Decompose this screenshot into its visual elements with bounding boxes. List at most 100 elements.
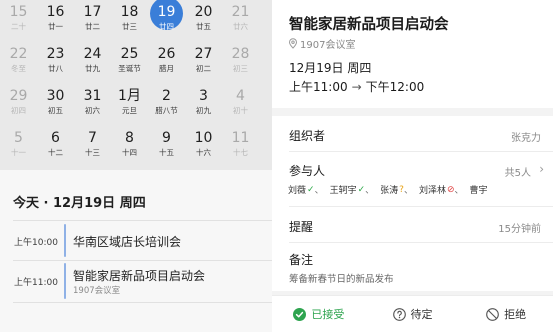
day-number: 15 xyxy=(9,4,28,20)
declined-icon: ⊘ xyxy=(446,184,455,195)
calendar-day[interactable]: 28 初三 xyxy=(222,42,259,84)
lunar-date: 元旦 xyxy=(122,106,137,115)
day-number: 8 xyxy=(125,130,134,146)
lunar-date: 廿八 xyxy=(48,64,63,73)
calendar-day[interactable]: 10 十六 xyxy=(185,126,222,168)
day-number: 1月 xyxy=(118,88,141,104)
calendar-day[interactable]: 18 廿三 xyxy=(111,0,148,42)
lunar-date: 廿二 xyxy=(85,22,100,31)
lunar-date: 廿三 xyxy=(122,22,137,31)
attendees-count: 共5人 xyxy=(504,168,531,179)
decline-button[interactable]: 拒绝 xyxy=(459,296,553,332)
day-number: 5 xyxy=(14,130,23,146)
month-grid: 15 二十 16 廿一 17 廿二 18 廿三 19 廿四 20 廿五 21 廿六 22 冬至 23 廿八 24 廿九… xyxy=(0,0,272,170)
lunar-date: 初五 xyxy=(48,106,63,115)
day-number: 9 xyxy=(162,130,171,146)
calendar-day[interactable]: 20 廿五 xyxy=(185,0,222,42)
calendar-day[interactable]: 25 圣诞节 xyxy=(111,42,148,84)
question-circle-icon xyxy=(392,307,406,321)
calendar-day[interactable]: 3 初九 xyxy=(185,84,222,126)
check-circle-icon xyxy=(293,307,307,321)
calendar-day[interactable]: 16 廿一 xyxy=(37,0,74,42)
calendar-day[interactable]: 8 十四 xyxy=(111,126,148,168)
organizer-label: 组织者 xyxy=(289,129,326,143)
location-text: 1907会议室 xyxy=(300,40,356,51)
lunar-date: 十七 xyxy=(233,148,248,157)
calendar-day[interactable]: 5 十一 xyxy=(0,126,37,168)
event-detail-title: 智能家居新品项目启动会 xyxy=(289,17,449,33)
day-number: 4 xyxy=(236,88,245,104)
lunar-date: 初十 xyxy=(233,106,248,115)
day-number: 10 xyxy=(194,130,213,146)
calendar-day[interactable]: 27 初二 xyxy=(185,42,222,84)
tentative-button[interactable]: 待定 xyxy=(366,296,460,332)
day-number: 23 xyxy=(46,46,65,62)
attendee-list: 刘薇 ✓、王轲宇 ✓、张涛?、刘泽林 ⊘、曹宇 xyxy=(288,183,491,197)
calendar-day[interactable]: 2 腊八节 xyxy=(148,84,185,126)
attendee: 张涛?、 xyxy=(380,183,416,197)
day-number: 3 xyxy=(199,88,208,104)
calendar-day[interactable]: 1月元旦 xyxy=(111,84,148,126)
calendar-day[interactable]: 22 冬至 xyxy=(0,42,37,84)
calendar-day[interactable]: 29 初四 xyxy=(0,84,37,126)
reminder-row[interactable]: 提醒 15分钟前 xyxy=(272,207,553,243)
day-number: 24 xyxy=(83,46,102,62)
organizer-name: 张克力 xyxy=(511,133,541,144)
notes-label: 备注 xyxy=(289,253,314,267)
notes-row: 备注 筹备新春节日的新品发布 xyxy=(272,243,553,291)
calendar-week-row: 22 冬至 23 廿八 24 廿九 25 圣诞节 26 腊月 27 初二 28 初三 xyxy=(0,42,272,84)
day-number: 31 xyxy=(83,88,102,104)
lunar-date: 初四 xyxy=(11,106,26,115)
separator: 、 xyxy=(365,186,375,196)
attendees-row[interactable]: 参与人 共5人 › 刘薇 ✓、王轲宇 ✓、张涛?、刘泽林 ⊘、曹宇 xyxy=(272,152,553,207)
reminder-value: 15分钟前 xyxy=(498,224,541,235)
attendee: 曹宇 xyxy=(470,183,488,196)
day-number: 6 xyxy=(51,130,60,146)
event-title: 智能家居新品项目启动会 xyxy=(73,269,206,283)
calendar-day[interactable]: 26 腊月 xyxy=(148,42,185,84)
calendar-day[interactable]: 21 廿六 xyxy=(222,0,259,42)
calendar-day[interactable]: 30 初五 xyxy=(37,84,74,126)
calendar-day[interactable]: 7 十三 xyxy=(74,126,111,168)
calendar-day[interactable]: 17 廿二 xyxy=(74,0,111,42)
event-color-bar xyxy=(64,263,66,299)
separator: 、 xyxy=(403,186,413,196)
decline-label: 拒绝 xyxy=(504,308,527,321)
calendar-day[interactable]: 11 十七 xyxy=(222,126,259,168)
event-color-bar xyxy=(64,224,66,257)
arrow-right-icon: → xyxy=(351,80,362,94)
calendar-day[interactable]: 15 二十 xyxy=(0,0,37,42)
lunar-date: 廿九 xyxy=(85,64,100,73)
calendar-day-selected[interactable]: 19 廿四 xyxy=(148,0,185,42)
lunar-date: 圣诞节 xyxy=(118,64,141,73)
attendee-name: 曹宇 xyxy=(469,186,488,196)
day-number: 18 xyxy=(120,4,139,20)
end-time: 下午12:00 xyxy=(365,80,425,94)
day-number: 21 xyxy=(231,4,250,20)
lunar-date: 初二 xyxy=(196,64,211,73)
calendar-day[interactable]: 6 十二 xyxy=(37,126,74,168)
location-pin-icon xyxy=(288,38,298,49)
day-number: 2 xyxy=(162,88,171,104)
day-number: 25 xyxy=(120,46,139,62)
lunar-date: 十三 xyxy=(85,148,100,157)
calendar-day[interactable]: 31 初六 xyxy=(74,84,111,126)
calendar-day[interactable]: 4 初十 xyxy=(222,84,259,126)
tentative-label: 待定 xyxy=(410,308,433,321)
agenda-event-2[interactable]: 上午11:00 智能家居新品项目启动会 1907会议室 xyxy=(0,260,272,302)
event-header: 智能家居新品项目启动会 1907会议室 12月19日 周四 上午11:00 → 下午… xyxy=(272,0,553,108)
calendar-day[interactable]: 23 廿八 xyxy=(37,42,74,84)
rsvp-bar: 已接受 待定 拒绝 xyxy=(272,295,553,332)
agenda-event-1[interactable]: 上午10:00 华南区域店长培训会 xyxy=(0,220,272,260)
separator: 、 xyxy=(454,186,464,196)
event-location: 1907会议室 xyxy=(73,286,121,296)
accept-button[interactable]: 已接受 xyxy=(272,296,366,332)
organizer-row[interactable]: 组织者 张克力 xyxy=(272,116,553,152)
lunar-date: 十二 xyxy=(48,148,63,157)
event-detail-panel: 智能家居新品项目启动会 1907会议室 12月19日 周四 上午11:00 → 下午… xyxy=(272,0,553,332)
attendee-name: 刘泽林 xyxy=(418,186,446,196)
calendar-day[interactable]: 24 廿九 xyxy=(74,42,111,84)
accept-label: 已接受 xyxy=(311,308,345,321)
calendar-week-row: 5 十一 6 十二 7 十三 8 十四 9 十五 10 十六 11 十七 xyxy=(0,126,272,168)
calendar-day[interactable]: 9 十五 xyxy=(148,126,185,168)
